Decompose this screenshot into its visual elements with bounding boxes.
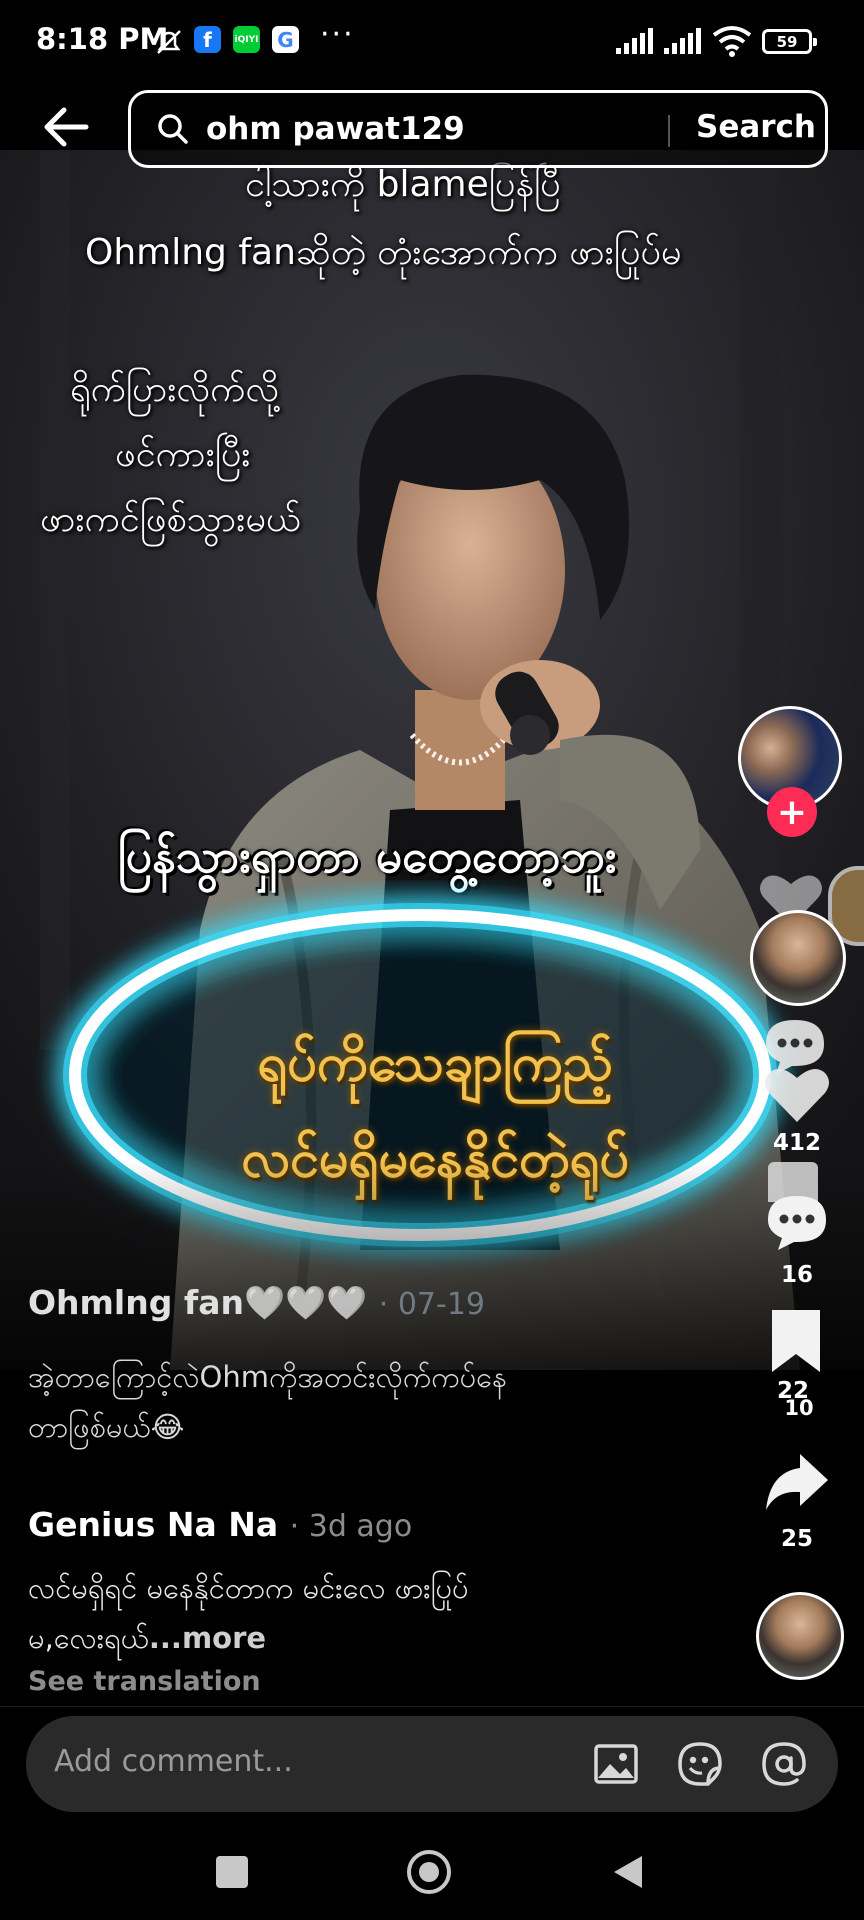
comment-text-line: မ,လေးရယ် — [28, 1621, 149, 1655]
recents-button[interactable] — [216, 1856, 248, 1888]
google-icon: G — [272, 26, 299, 53]
share-icon[interactable] — [762, 1450, 832, 1516]
comment-text: အဲ့တာကြောင့်လဲOhmကိုအတင်းလိုက်ကပ်နေ တာဖြ… — [28, 1352, 507, 1452]
plus-icon: + — [776, 791, 808, 833]
cell-signal-icon — [664, 28, 701, 54]
iqiyi-icon: iQIYI — [233, 26, 260, 53]
home-button[interactable] — [407, 1850, 451, 1894]
comment-author-name: Genius Na Na — [28, 1505, 279, 1544]
comments-count: 16 — [780, 1262, 813, 1288]
video-bottom-fade — [0, 1160, 864, 1370]
video-caption-line: ဖင်ကားပြီး — [115, 434, 251, 475]
video-player[interactable]: ငါ့သားကို blameပြန်ပြီ Ohmlng fanဆိုတဲ့ … — [0, 150, 864, 1370]
screen: ငါ့သားကို blameပြန်ပြီ Ohmlng fanဆိုတဲ့ … — [0, 0, 864, 1920]
search-divider — [668, 115, 670, 147]
comment-author-name: Ohmlng fan — [28, 1283, 244, 1322]
comment-input[interactable]: Add comment... — [54, 1744, 293, 1779]
oval-text-line: ရုပ်ကိုသေချာကြည့် — [257, 1033, 613, 1093]
video-caption-line: ဖားကင်ဖြစ်သွားမယ် — [40, 499, 301, 540]
battery-indicator: 59 — [762, 29, 817, 54]
comment-input-bar[interactable]: Add comment... — [26, 1716, 838, 1812]
see-translation-link[interactable]: See translation — [28, 1666, 261, 1697]
status-time: 8:18 PM — [36, 22, 169, 56]
like-heart-icon[interactable] — [762, 1064, 832, 1126]
video-caption-line: ငါ့သားကို blameပြန်ပြီ — [245, 164, 561, 205]
divider — [0, 1706, 864, 1707]
comment-text-line: တာဖြစ်မယ်😂 — [28, 1410, 185, 1444]
search-icon — [158, 114, 188, 144]
system-nav-bar — [0, 1820, 864, 1920]
comment-date: · 3d ago — [289, 1509, 413, 1544]
search-input[interactable]: ohm pawat129 — [206, 111, 465, 147]
back-triangle-icon[interactable] — [610, 1852, 646, 1892]
cell-signal-icon — [616, 28, 653, 54]
shares-count: 25 — [780, 1526, 813, 1552]
follow-button[interactable]: + — [767, 787, 817, 837]
video-caption-line: ရိုက်ပြားလိုက်လို့ — [70, 369, 280, 410]
comments-icon[interactable] — [764, 1192, 830, 1252]
back-arrow-icon[interactable] — [40, 100, 94, 154]
sticker-icon[interactable] — [674, 1738, 726, 1790]
saves-count-overlap: 10 — [784, 1396, 814, 1420]
comment-text: လင်မရှိရင် မနေနိုင်တာက မင်းလေ ဖားပြုပ် မ… — [28, 1563, 469, 1663]
comment-hearts: 🤍🤍🤍 — [243, 1283, 368, 1322]
comment-text-line: အဲ့တာကြောင့်လဲOhmကိုအတင်းလိုက်ကပ်နေ — [28, 1360, 507, 1394]
comment-author[interactable]: Genius Na Na · 3d ago — [28, 1505, 412, 1544]
more-link[interactable]: ...more — [149, 1621, 266, 1655]
search-box[interactable]: ohm pawat129 Search — [128, 90, 828, 168]
music-disc-avatar[interactable] — [750, 910, 846, 1006]
wifi-icon — [712, 26, 752, 57]
comment-date: · 07-19 — [378, 1287, 485, 1322]
more-notifications-icon: ··· — [320, 17, 355, 52]
status-bar: 8:18 PM f iQIYI G ··· 59 — [0, 0, 864, 84]
commenter-avatar[interactable] — [756, 1592, 844, 1680]
video-caption-line: Ohmlng fanဆိုတဲ့ တုံးအောက်က ဖားပြုပ်မ — [85, 232, 682, 273]
image-icon[interactable] — [590, 1738, 642, 1790]
home-dot — [419, 1862, 439, 1882]
battery-level: 59 — [776, 32, 798, 51]
comment-author[interactable]: Ohmlng fan🤍🤍🤍 · 07-19 — [28, 1283, 485, 1323]
bookmark-icon[interactable] — [766, 1306, 826, 1376]
comment-text-line: လင်မရှိရင် မနေနိုင်တာက မင်းလေ ဖားပြုပ် — [28, 1571, 469, 1605]
likes-count: 412 — [772, 1130, 821, 1156]
notifications-muted-icon — [157, 30, 181, 54]
mention-icon[interactable] — [758, 1738, 810, 1790]
facebook-icon: f — [194, 26, 221, 53]
search-button[interactable]: Search — [696, 109, 816, 145]
